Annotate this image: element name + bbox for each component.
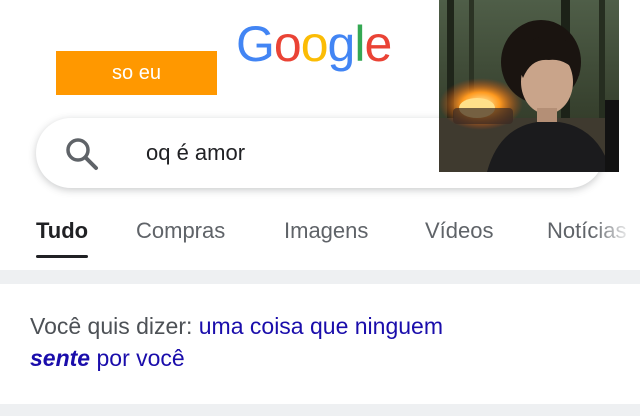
search-header: Google so eu oq é amor Tudo Compras Imag… xyxy=(0,0,640,270)
tab-compras[interactable]: Compras xyxy=(136,205,225,260)
did-you-mean: Você quis dizer: uma coisa que ninguem s… xyxy=(30,310,590,374)
search-query-text[interactable]: oq é amor xyxy=(146,118,245,188)
tab-imagens[interactable]: Imagens xyxy=(284,205,368,260)
section-divider xyxy=(0,270,640,284)
meme-caption-label: so eu xyxy=(56,51,217,95)
logo-letter: g xyxy=(327,16,356,72)
suggestion-link-emphasis[interactable]: sente xyxy=(30,345,90,371)
logo-letter: l xyxy=(354,16,365,72)
tab-scroll-fade xyxy=(592,205,640,260)
search-tabs: Tudo Compras Imagens Vídeos Notícias xyxy=(0,205,640,260)
suggestion-link[interactable]: uma coisa que ninguem xyxy=(199,313,443,339)
section-divider-bottom xyxy=(0,404,640,416)
search-icon[interactable] xyxy=(64,136,100,172)
logo-letter: e xyxy=(364,16,392,72)
logo-letter: o xyxy=(273,16,302,72)
tab-videos[interactable]: Vídeos xyxy=(425,205,494,260)
google-logo[interactable]: Google xyxy=(236,14,408,74)
logo-letter: o xyxy=(300,16,329,72)
did-you-mean-prefix: Você quis dizer: xyxy=(30,313,193,339)
tab-tudo[interactable]: Tudo xyxy=(36,205,89,260)
logo-letter: G xyxy=(236,16,275,72)
person-photo xyxy=(439,0,619,172)
suggestion-link-end[interactable]: por você xyxy=(96,345,184,371)
